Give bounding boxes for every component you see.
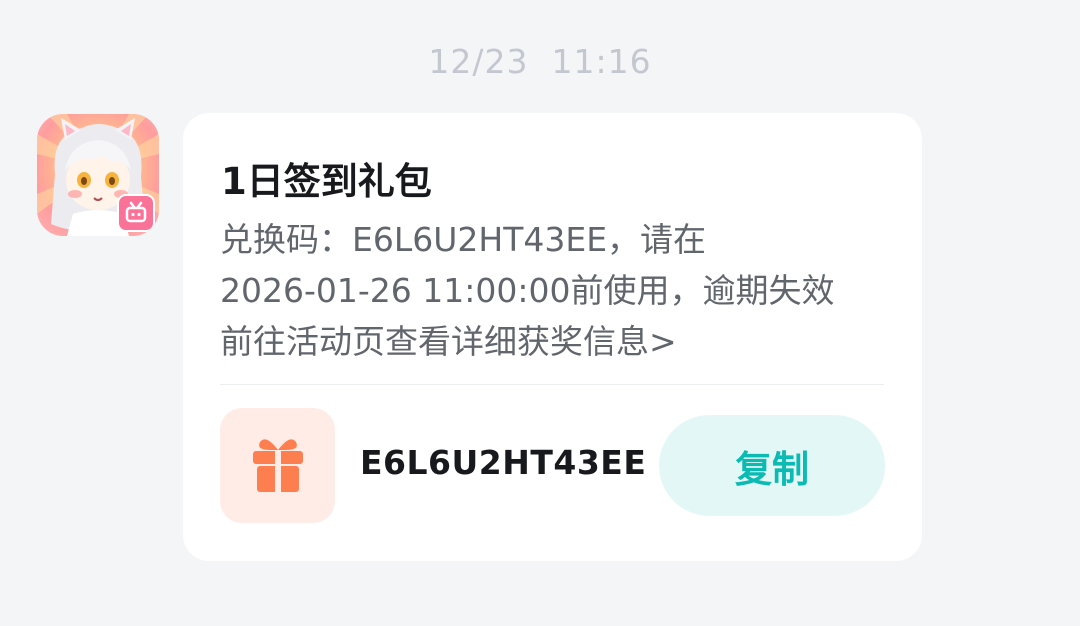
activity-link[interactable]: 前往活动页查看详细获奖信息> [220,316,880,367]
message-card[interactable]: 1日签到礼包 兑换码：E6L6U2HT43EE，请在 2026-01-26 11… [183,113,922,561]
message-body-line: 2026-01-26 11:00:00前使用，逾期失效 [220,271,835,310]
message-timestamp: 12/23 11:16 [428,42,652,81]
gift-icon [253,439,303,492]
redeem-code: E6L6U2HT43EE [360,443,647,482]
message-body: 兑换码：E6L6U2HT43EE，请在 2026-01-26 11:00:00前… [220,214,880,367]
sender-avatar[interactable] [37,114,159,236]
gift-icon-container [220,408,335,523]
divider [220,384,884,385]
message-body-line: 兑换码：E6L6U2HT43EE，请在 [220,220,707,259]
copy-button[interactable]: 复制 [659,415,885,516]
tv-app-badge-icon [117,194,155,232]
message-title: 1日签到礼包 [221,160,432,203]
